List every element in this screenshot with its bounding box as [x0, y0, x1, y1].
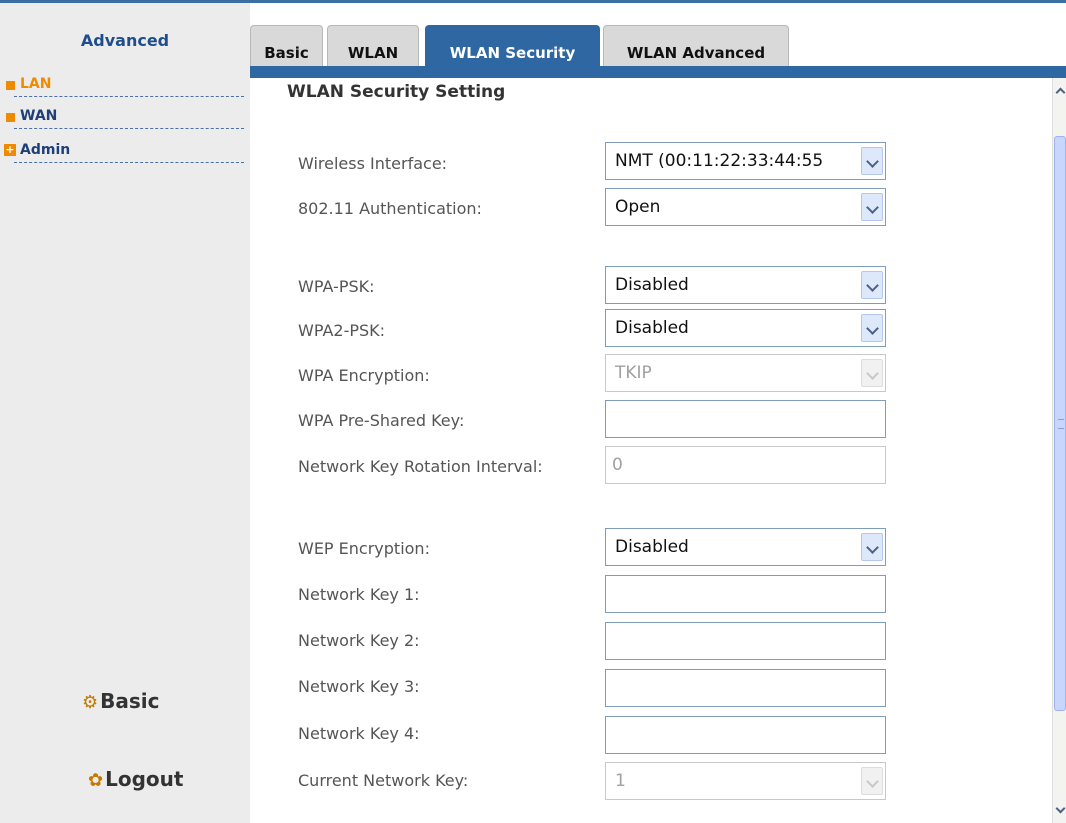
- network-key-3-label: Network Key 3:: [298, 677, 420, 696]
- wep-encryption-value: Disabled: [615, 537, 689, 557]
- tab-wlan[interactable]: WLAN: [327, 25, 419, 66]
- chevron-down-icon[interactable]: [861, 193, 883, 221]
- network-key-4-label: Network Key 4:: [298, 724, 420, 743]
- wpa-key-label: WPA Pre-Shared Key:: [298, 411, 465, 430]
- sidebar-item-label: WAN: [20, 108, 58, 124]
- rotation-interval-label: Network Key Rotation Interval:: [298, 457, 543, 476]
- wpa2-psk-label: WPA2-PSK:: [298, 321, 386, 340]
- chevron-down-icon[interactable]: [861, 533, 883, 561]
- network-key-1-input[interactable]: [605, 575, 886, 613]
- wpa2-psk-select[interactable]: Disabled: [605, 309, 886, 347]
- authentication-select[interactable]: Open: [605, 188, 886, 226]
- scroll-down-icon[interactable]: [1054, 803, 1066, 817]
- tab-strip: Basic WLAN WLAN Security WLAN Advanced: [250, 3, 1066, 66]
- orange-square-bullet-icon: [6, 113, 15, 122]
- gear-icon: ⚙: [82, 692, 99, 713]
- authentication-label: 802.11 Authentication:: [298, 199, 482, 218]
- wpa2-psk-value: Disabled: [615, 318, 689, 338]
- basic-button-label: Basic: [100, 689, 160, 713]
- basic-button[interactable]: ⚙ Basic: [82, 689, 160, 713]
- main-content: WLAN Security Setting Wireless Interface…: [250, 78, 1052, 823]
- wireless-interface-label: Wireless Interface:: [298, 154, 448, 173]
- network-key-2-input[interactable]: [605, 622, 886, 660]
- wpa-psk-label: WPA-PSK:: [298, 277, 375, 296]
- chevron-down-icon[interactable]: [861, 314, 883, 342]
- tab-basic[interactable]: Basic: [250, 25, 323, 66]
- wireless-interface-select[interactable]: NMT (00:11:22:33:44:55: [605, 142, 886, 180]
- logout-button[interactable]: ✿ Logout: [88, 767, 183, 791]
- tab-wlan-advanced[interactable]: WLAN Advanced: [603, 25, 789, 66]
- page-title: WLAN Security Setting: [287, 82, 506, 102]
- chevron-down-icon: [861, 767, 883, 795]
- wpa-psk-select[interactable]: Disabled: [605, 266, 886, 304]
- sidebar-item-admin[interactable]: + Admin: [4, 141, 244, 163]
- vertical-scrollbar[interactable]: [1052, 78, 1066, 823]
- wpa-encryption-label: WPA Encryption:: [298, 366, 430, 385]
- network-key-2-label: Network Key 2:: [298, 631, 420, 650]
- current-key-value: 1: [615, 771, 626, 791]
- chevron-down-icon: [861, 359, 883, 387]
- sidebar-item-label: LAN: [20, 76, 52, 92]
- wpa-encryption-select: TKIP: [605, 354, 886, 392]
- logout-button-label: Logout: [105, 767, 184, 791]
- wpa-key-input[interactable]: [605, 400, 886, 438]
- sidebar-item-wan[interactable]: WAN: [6, 107, 244, 129]
- sidebar-item-label: Admin: [20, 142, 71, 158]
- tab-underline-bar: [250, 66, 1066, 78]
- wpa-encryption-value: TKIP: [615, 363, 652, 383]
- plus-expand-icon: +: [4, 143, 16, 156]
- network-key-4-input[interactable]: [605, 716, 886, 754]
- chevron-down-icon[interactable]: [861, 147, 883, 175]
- scroll-up-icon[interactable]: [1054, 84, 1066, 98]
- orange-square-bullet-icon: [6, 81, 15, 90]
- logout-icon: ✿: [88, 770, 104, 791]
- sidebar-title: Advanced: [80, 31, 170, 50]
- chevron-down-icon[interactable]: [861, 271, 883, 299]
- current-key-label: Current Network Key:: [298, 771, 469, 790]
- tab-wlan-security[interactable]: WLAN Security: [425, 25, 600, 66]
- authentication-value: Open: [615, 197, 661, 217]
- current-key-select: 1: [605, 762, 886, 800]
- sidebar-item-lan[interactable]: LAN: [6, 75, 244, 97]
- network-key-1-label: Network Key 1:: [298, 585, 420, 604]
- sidebar: Advanced LAN WAN + Admin ⚙ Basic ✿ Logout: [0, 3, 250, 823]
- wep-encryption-select[interactable]: Disabled: [605, 528, 886, 566]
- scrollbar-thumb[interactable]: [1054, 136, 1066, 711]
- wep-encryption-label: WEP Encryption:: [298, 539, 430, 558]
- network-key-3-input[interactable]: [605, 669, 886, 707]
- rotation-interval-input: 0: [605, 446, 886, 484]
- wpa-psk-value: Disabled: [615, 275, 689, 295]
- wireless-interface-value: NMT (00:11:22:33:44:55: [615, 151, 824, 171]
